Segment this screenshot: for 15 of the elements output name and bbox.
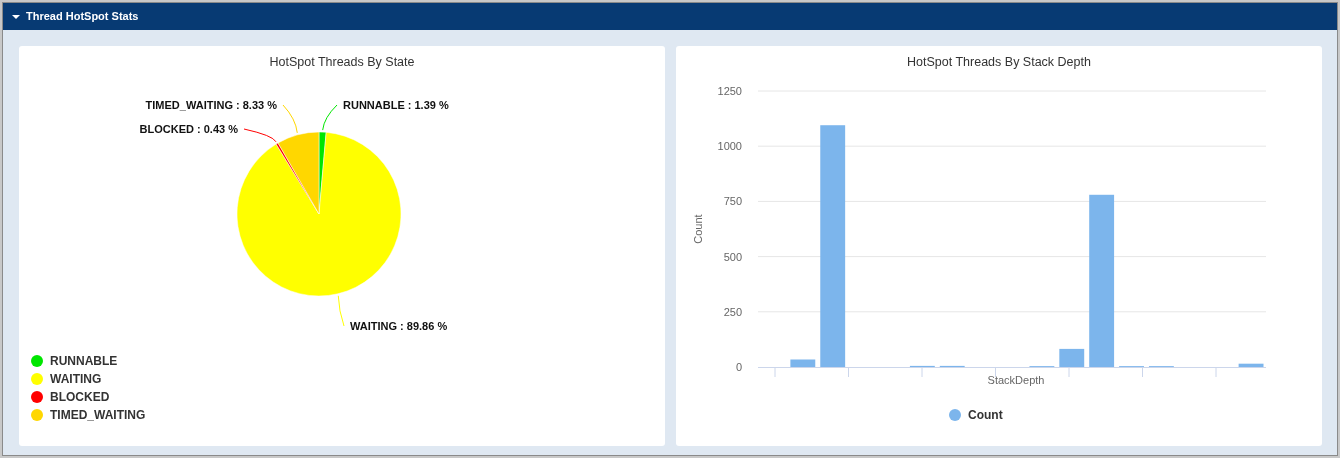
axis-tick-label: 1000 [717,140,742,153]
data-label: WAITING : 89.86 % [350,320,448,332]
chart-title: HotSpot Threads By Stack Depth [907,55,1091,69]
data-label: BLOCKED : 0.43 % [139,123,238,135]
axis-tick-label: 500 [723,250,742,263]
panel-title: Thread HotSpot Stats [26,9,139,25]
axis-tick-label: 0 [735,361,742,373]
chart-title: HotSpot Threads By State [269,55,415,69]
axis-title: StackDepth [987,374,1045,386]
data-label: TIMED_WAITING : 8.33 % [145,99,277,111]
axis-title: Count [692,214,704,244]
axis-tick-label: 750 [723,195,742,208]
data-label: RUNNABLE : 1.39 % [343,99,449,111]
axis-tick-label: 1250 [717,85,742,97]
axis-tick-label: 250 [723,305,742,318]
